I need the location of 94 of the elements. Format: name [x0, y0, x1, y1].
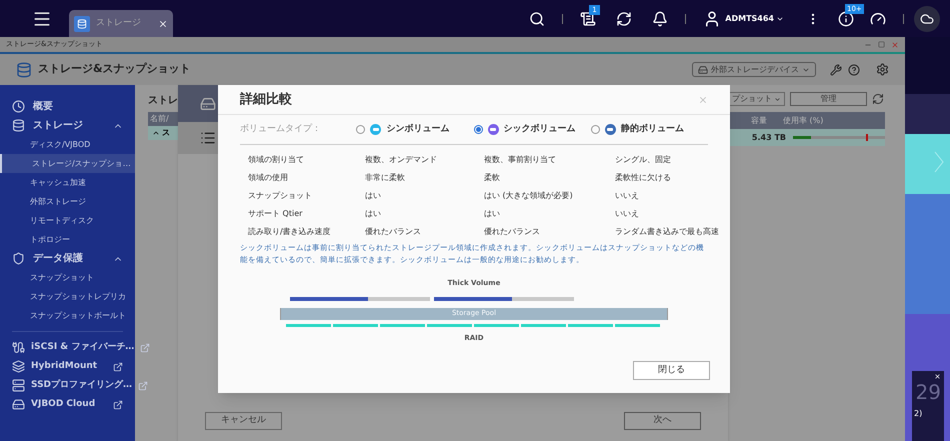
- sidebar-group[interactable]: データ保護: [0, 249, 135, 268]
- sidebar-item[interactable]: ストレージ/スナップショ…: [0, 154, 135, 173]
- volume-type-radio[interactable]: シックボリューム: [474, 122, 591, 136]
- table-cell: ランダム書き込みで最も高速: [615, 226, 719, 238]
- cloud-icon[interactable]: [920, 12, 934, 26]
- app-title: ストレージ&スナップショット: [38, 61, 192, 78]
- widget-value: 29: [916, 382, 941, 402]
- sidebar-item[interactable]: トポロジー: [0, 230, 135, 249]
- radio-button[interactable]: [474, 125, 482, 134]
- close-button[interactable]: 閉じる: [633, 361, 710, 380]
- manage-button[interactable]: 管理: [790, 92, 867, 106]
- notes-icon[interactable]: [580, 10, 596, 26]
- table-cell-text: 領域の使用: [248, 172, 289, 184]
- column-header: 使用率 (%): [782, 114, 824, 126]
- refresh-icon[interactable]: [872, 93, 884, 105]
- cancel-button[interactable]: キャンセル: [205, 412, 282, 430]
- sidebar-link[interactable]: VJBOD Cloud: [0, 395, 135, 414]
- drive-icon: [698, 64, 708, 74]
- widget-note: 2): [913, 408, 922, 420]
- option-label: シンボリューム: [386, 122, 450, 136]
- table-cell-text: いいえ: [615, 190, 640, 202]
- volume-type-radio[interactable]: 静的ボリューム: [590, 122, 708, 136]
- table-cell-text: 複数、オンデマンド: [365, 154, 438, 166]
- caret-icon: [774, 96, 781, 102]
- app-logo-icon: [16, 62, 32, 78]
- table-cell-text: いいえ: [615, 208, 640, 220]
- cable-icon: [12, 341, 25, 354]
- info-icon[interactable]: [838, 10, 854, 26]
- clock-icon: [12, 100, 25, 113]
- table-cell-text: サポート Qtier: [248, 208, 304, 220]
- device-dropdown[interactable]: 外部ストレージデバイス: [692, 62, 816, 77]
- option-label: 静的ボリューム: [620, 122, 684, 136]
- sidebar-item[interactable]: キャッシュ加速: [0, 173, 135, 192]
- drive-icon: [12, 379, 25, 392]
- search-icon[interactable]: [529, 10, 546, 26]
- sidebar-item[interactable]: ディスク/VJBOD: [0, 135, 135, 154]
- table-cell-text: シングル、固定: [615, 154, 672, 166]
- storage-icon: [77, 18, 87, 28]
- external-link-icon: [140, 342, 150, 352]
- help-icon[interactable]: [848, 64, 860, 76]
- table-cell-text: はい: [484, 208, 501, 220]
- sidebar-link[interactable]: SSDプロファイリング…: [0, 376, 135, 395]
- page-title: ストレ: [148, 94, 178, 108]
- external-link-icon: [113, 400, 123, 410]
- table-cell-text: 領域の割り当て: [248, 154, 305, 166]
- table-row[interactable]: 5.43 TB: [728, 129, 885, 146]
- chevron-icon: [152, 129, 160, 137]
- table-cell-text: 柔軟性に欠ける: [615, 172, 672, 184]
- table-cell-text: 読み取り/書き込み速度: [248, 226, 332, 238]
- sync-icon[interactable]: [616, 10, 632, 26]
- sidebar-group[interactable]: ストレージ: [0, 116, 135, 135]
- close-icon[interactable]: [158, 18, 168, 28]
- layers-icon: [12, 360, 25, 373]
- sidebar-item[interactable]: スナップショットボールト: [0, 306, 135, 325]
- table-cell-text: スナップショット: [248, 190, 313, 202]
- capacity-cell: 5.43 TB: [752, 132, 786, 144]
- bell-icon[interactable]: [652, 10, 668, 26]
- table-cell-text: 複数、事前割り当て: [484, 154, 557, 166]
- tools-icon[interactable]: [830, 64, 842, 76]
- gauge-icon[interactable]: [870, 10, 886, 26]
- next-button[interactable]: 次へ: [624, 412, 701, 430]
- sidebar-link[interactable]: HybridMount: [0, 357, 135, 376]
- table-cell-text: はい (大きな領域が必要): [484, 190, 574, 202]
- option-label: シックボリューム: [504, 122, 576, 136]
- tab-label: ストレージ: [96, 16, 142, 30]
- sidebar-item[interactable]: スナップショットレプリカ: [0, 287, 135, 306]
- external-link-icon: [113, 362, 123, 372]
- list-icon: [200, 130, 216, 146]
- sidebar-item[interactable]: スナップショット: [0, 268, 135, 287]
- volume-type-radio[interactable]: シンボリューム: [356, 122, 474, 136]
- radio-button[interactable]: [590, 125, 600, 134]
- table-cell-text: はい: [365, 208, 382, 220]
- type-label: ボリュームタイプ：: [240, 122, 322, 136]
- table-cell-text: はい: [365, 190, 382, 202]
- settings-icon[interactable]: [876, 63, 889, 76]
- drive-icon: [200, 96, 216, 112]
- shield-icon: [12, 252, 25, 265]
- table-cell-text: 柔軟: [484, 172, 501, 184]
- table-cell-text: 非常に柔軟: [365, 172, 406, 184]
- sidebar-link[interactable]: iSCSI & ファイバーチ…: [0, 338, 135, 357]
- table-cell-text: 優れたバランス: [365, 226, 422, 238]
- radio-button[interactable]: [356, 125, 366, 134]
- table-row[interactable]: ス: [148, 126, 178, 140]
- table-cell-text: 優れたバランス: [484, 226, 541, 238]
- external-link-icon: [138, 380, 148, 390]
- sidebar-item[interactable]: 外部ストレージ: [0, 192, 135, 211]
- dialog-title: 詳細比較: [240, 90, 292, 109]
- database-icon: [12, 119, 25, 132]
- sidebar-group[interactable]: 概要: [0, 97, 135, 116]
- user-name[interactable]: ADMTS464: [725, 12, 774, 24]
- column-header: 容量: [750, 114, 767, 126]
- table-header: 名前/: [148, 112, 178, 126]
- sidebar-item[interactable]: リモートディスク: [0, 211, 135, 230]
- drive-icon: [12, 398, 25, 411]
